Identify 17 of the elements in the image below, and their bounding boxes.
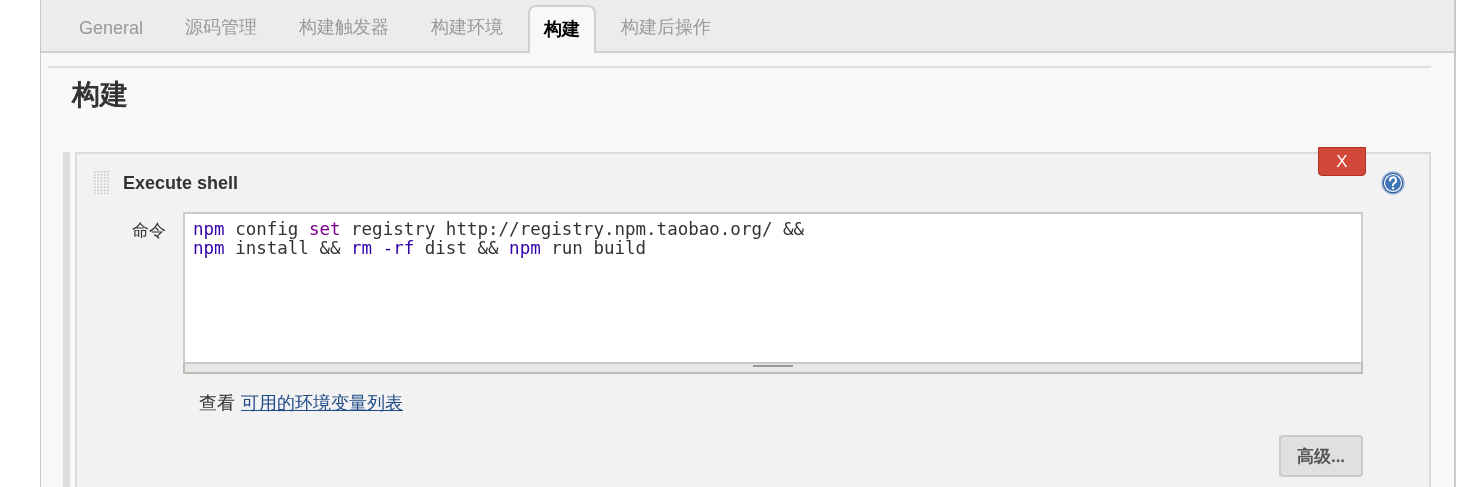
env-vars-link[interactable]: 可用的环境变量列表 bbox=[241, 391, 403, 415]
advanced-button[interactable]: 高级... bbox=[1279, 435, 1363, 477]
section-heading: 构建 bbox=[72, 78, 129, 112]
tab[interactable]: 构建环境 bbox=[431, 10, 504, 51]
step-title: Execute shell bbox=[123, 172, 239, 194]
tab[interactable]: 源码管理 bbox=[185, 10, 258, 51]
field-label: 命令 bbox=[131, 220, 167, 242]
drag-handle-icon[interactable] bbox=[93, 170, 111, 196]
tab[interactable]: 构建触发器 bbox=[299, 10, 390, 51]
code-editor[interactable]: npm config set registry http://registry.npm.taobao.org/ && npm install && rm -rf dist && npm run build bbox=[183, 212, 1363, 363]
hint-text: 查看 bbox=[199, 392, 235, 415]
delete-button[interactable]: X bbox=[1318, 147, 1366, 176]
tab[interactable]: 构建 bbox=[528, 5, 597, 53]
resize-handle[interactable] bbox=[183, 363, 1363, 374]
tab[interactable]: 构建后操作 bbox=[621, 10, 712, 51]
tab[interactable]: General bbox=[79, 10, 144, 51]
help-icon[interactable] bbox=[1381, 171, 1405, 195]
